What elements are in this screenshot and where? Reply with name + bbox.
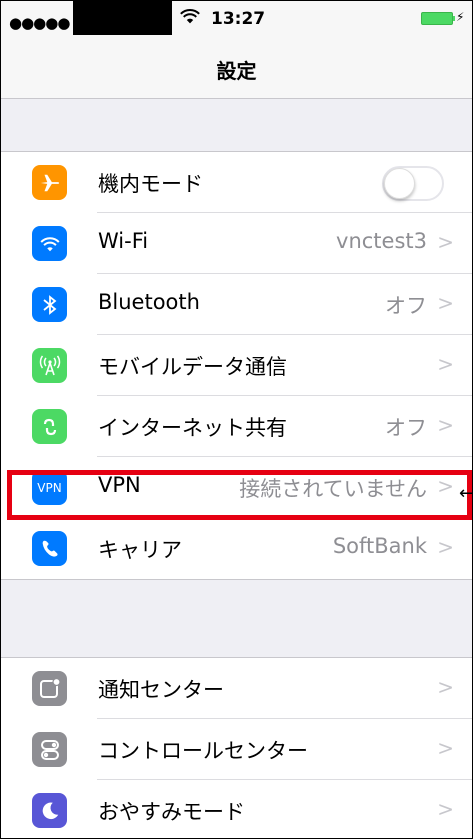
wifi-icon (32, 226, 67, 261)
phone-icon (32, 531, 67, 566)
wifi-label: Wi-Fi (98, 229, 149, 253)
settings-screen: ●●●●● 13:27 ⚡ 設定 機内モード Wi-Fi vnctest3 > … (0, 0, 473, 839)
chevron-right-icon: > (437, 474, 454, 498)
vpn-icon: VPN (32, 470, 67, 505)
vpn-value: 接続されていません (239, 477, 427, 501)
row-do-not-disturb[interactable]: おやすみモード > (1, 780, 472, 838)
battery-icon (421, 12, 453, 25)
row-airplane-mode[interactable]: 機内モード (1, 152, 472, 213)
battery-tip (453, 16, 455, 21)
airplane-mode-label: 機内モード (98, 172, 203, 196)
moon-icon (32, 793, 67, 828)
chevron-right-icon: > (437, 230, 454, 254)
row-cellular-data[interactable]: モバイルデータ通信 > (1, 335, 472, 396)
row-control-center[interactable]: コントロールセンター > (1, 719, 472, 780)
hotspot-value: オフ (385, 416, 427, 440)
carrier-redacted (73, 1, 172, 35)
bluetooth-icon (32, 287, 67, 322)
chevron-right-icon: > (437, 675, 454, 699)
chevron-right-icon: > (437, 797, 454, 821)
chevron-right-icon: > (437, 736, 454, 760)
signal-strength-icon: ●●●●● (9, 14, 70, 32)
wifi-value: vnctest3 (336, 229, 427, 253)
settings-group-notifications: 通知センター > コントロールセンター > おやすみモード > (1, 657, 472, 838)
chevron-right-icon: > (437, 352, 454, 376)
bluetooth-label: Bluetooth (98, 290, 200, 314)
airplane-mode-toggle[interactable] (382, 166, 444, 201)
row-personal-hotspot[interactable]: インターネット共有 オフ > (1, 396, 472, 457)
row-notification-center[interactable]: 通知センター > (1, 658, 472, 719)
airplane-icon (32, 165, 67, 200)
status-time: 13:27 (211, 9, 266, 29)
chevron-right-icon: > (437, 413, 454, 437)
toggle-knob (384, 168, 415, 199)
notification-center-icon (32, 671, 67, 706)
carrier-value: SoftBank (332, 534, 427, 558)
navigation-bar: 設定 (1, 35, 472, 99)
chevron-right-icon: > (437, 291, 454, 315)
bluetooth-value: オフ (385, 294, 427, 318)
status-bar: ●●●●● 13:27 ⚡ (1, 1, 472, 35)
wifi-status-icon (180, 9, 200, 24)
page-title: 設定 (216, 59, 257, 83)
cellular-data-label: モバイルデータ通信 (98, 355, 287, 379)
charging-icon: ⚡ (456, 10, 465, 24)
row-vpn[interactable]: VPN VPN 接続されていません > (1, 457, 472, 518)
arrow-pointer-icon: ← (459, 483, 473, 504)
settings-group-connectivity: 機内モード Wi-Fi vnctest3 > Bluetooth オフ > モバ… (1, 151, 472, 580)
cellular-icon (32, 348, 67, 383)
notification-center-label: 通知センター (98, 678, 224, 702)
hotspot-label: インターネット共有 (98, 416, 287, 440)
carrier-label: キャリア (98, 538, 182, 562)
row-bluetooth[interactable]: Bluetooth オフ > (1, 274, 472, 335)
row-carrier[interactable]: キャリア SoftBank > (1, 518, 472, 579)
vpn-label: VPN (98, 473, 141, 497)
control-center-icon (32, 732, 67, 767)
hotspot-icon (32, 409, 67, 444)
chevron-right-icon: > (437, 535, 454, 559)
control-center-label: コントロールセンター (98, 739, 308, 763)
row-wifi[interactable]: Wi-Fi vnctest3 > (1, 213, 472, 274)
do-not-disturb-label: おやすみモード (98, 800, 245, 824)
